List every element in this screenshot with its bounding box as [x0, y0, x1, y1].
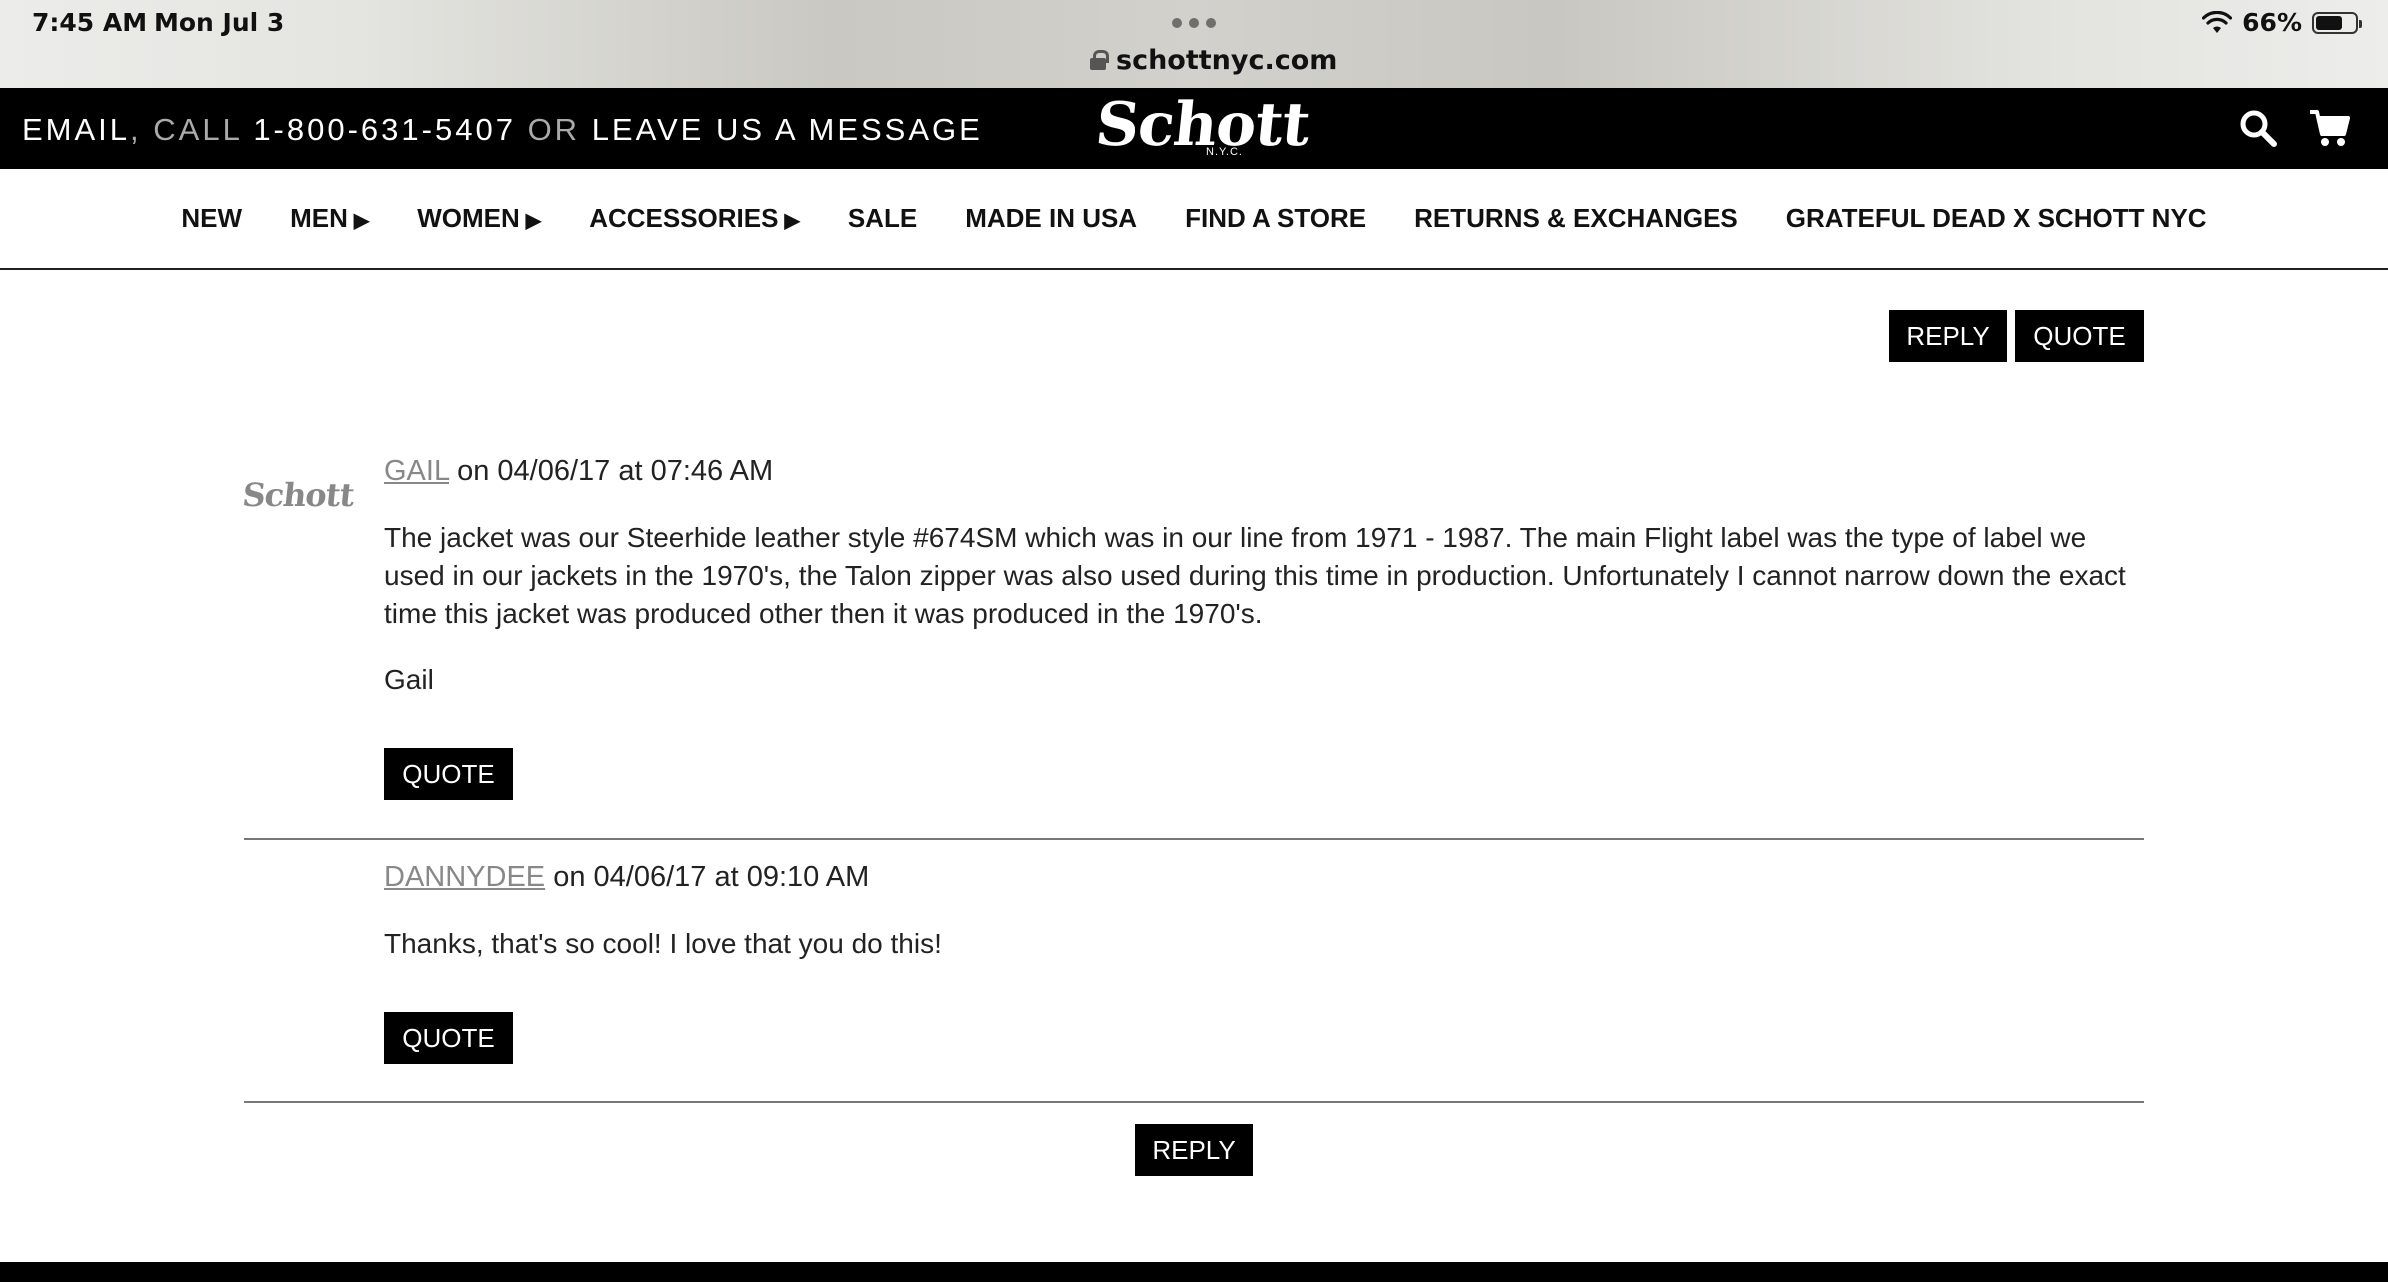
- comment-date: on 04/06/17 at 07:46 AM: [449, 455, 774, 487]
- quote-button[interactable]: QUOTE: [384, 748, 513, 800]
- nav-item-sale[interactable]: SALE: [848, 203, 917, 234]
- search-icon[interactable]: [2238, 108, 2278, 148]
- play-arrow-icon: ▶: [784, 210, 800, 232]
- author-link[interactable]: GAIL: [384, 455, 449, 487]
- address-bar[interactable]: schottnyc.com: [1090, 42, 1337, 78]
- nav-item-returns[interactable]: RETURNS & EXCHANGES: [1414, 203, 1738, 234]
- battery-percent: 66%: [2242, 8, 2302, 37]
- nav-label: MADE IN USA: [965, 203, 1138, 233]
- contact-comma: ,: [130, 112, 142, 147]
- main-nav: NEW MEN ▶ WOMEN ▶ ACCESSORIES ▶ SALE MADE I…: [0, 169, 2388, 270]
- nav-label: NEW: [181, 203, 243, 233]
- quote-button[interactable]: QUOTE: [384, 1012, 513, 1064]
- site-header: EMAIL, CALL 1-800-631-5407 OR LEAVE US A…: [0, 88, 2388, 169]
- multitasking-dots-icon[interactable]: [1172, 18, 1216, 28]
- cart-icon[interactable]: [2308, 108, 2350, 148]
- logo-wordmark: Schott: [1092, 90, 1313, 160]
- play-arrow-icon: ▶: [525, 210, 542, 232]
- nav-label: WOMEN: [417, 203, 520, 233]
- comment-body: The jacket was our Steerhide leather sty…: [384, 522, 2126, 629]
- reply-button[interactable]: REPLY: [1135, 1124, 1253, 1176]
- comment-body: Thanks, that's so cool! I love that you …: [384, 928, 942, 959]
- lock-icon: [1090, 50, 1109, 70]
- nav-label: SALE: [847, 203, 918, 233]
- nav-item-grateful-dead[interactable]: GRATEFUL DEAD X SCHOTT NYC: [1786, 203, 2207, 234]
- url-text: schottnyc.com: [1116, 44, 1338, 76]
- comment-divider: [244, 838, 2144, 840]
- nav-label: RETURNS & EXCHANGES: [1414, 203, 1738, 233]
- site-logo[interactable]: Schott N.Y.C.: [1092, 90, 1312, 166]
- status-time: 7:45 AM: [32, 8, 148, 37]
- nav-item-women[interactable]: WOMEN ▶: [417, 203, 541, 234]
- comment-date: on 04/06/17 at 09:10 AM: [545, 861, 870, 893]
- author-link[interactable]: DANNYDEE: [384, 861, 545, 893]
- battery-icon: [2312, 11, 2362, 34]
- status-bar: 7:45 AM Mon Jul 3 schottnyc.com 66%: [0, 0, 2388, 88]
- comment-divider: [244, 1101, 2144, 1103]
- avatar: Schott: [240, 476, 356, 514]
- nav-label: FIND A STORE: [1185, 203, 1367, 233]
- or-label: OR: [527, 112, 581, 147]
- status-date: Mon Jul 3: [154, 8, 285, 37]
- nav-label: MEN: [290, 203, 348, 233]
- logo-subtext: N.Y.C.: [1206, 146, 1243, 158]
- wifi-icon: [2202, 10, 2233, 33]
- status-indicators: 66%: [2202, 8, 2362, 37]
- comment-meta: DANNYDEE on 04/06/17 at 09:10 AM: [384, 861, 869, 894]
- reply-button[interactable]: REPLY: [1889, 310, 2007, 362]
- nav-item-find-a-store[interactable]: FIND A STORE: [1185, 203, 1366, 234]
- play-arrow-icon: ▶: [353, 210, 370, 232]
- nav-label: GRATEFUL DEAD X SCHOTT NYC: [1785, 203, 2207, 233]
- phone-link[interactable]: 1-800-631-5407: [253, 112, 516, 147]
- comment-meta: GAIL on 04/06/17 at 07:46 AM: [384, 455, 773, 488]
- contact-line: EMAIL, CALL 1-800-631-5407 OR LEAVE US A…: [22, 112, 983, 148]
- quote-button[interactable]: QUOTE: [2015, 310, 2144, 362]
- nav-item-new[interactable]: NEW: [181, 203, 242, 234]
- footer-bar: [0, 1262, 2388, 1282]
- call-label: CALL: [153, 112, 242, 147]
- nav-item-men[interactable]: MEN ▶: [290, 203, 369, 234]
- email-link[interactable]: EMAIL: [22, 112, 130, 147]
- nav-item-made-in-usa[interactable]: MADE IN USA: [965, 203, 1137, 234]
- nav-item-accessories[interactable]: ACCESSORIES ▶: [589, 203, 800, 234]
- comment-signature: Gail: [384, 664, 434, 695]
- nav-label: ACCESSORIES: [589, 203, 779, 233]
- leave-message-link[interactable]: LEAVE US A MESSAGE: [592, 112, 983, 147]
